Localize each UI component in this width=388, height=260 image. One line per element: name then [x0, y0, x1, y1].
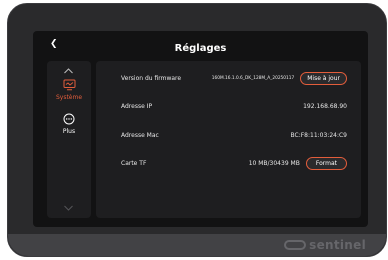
tf-card-label: Carte TF — [121, 159, 147, 167]
tf-card-row: Carte TF 10 MB/30439 MB Format — [96, 153, 361, 173]
ip-row: Adresse IP 192.168.68.90 — [96, 96, 361, 116]
ip-label: Adresse IP — [121, 102, 153, 110]
mac-value: BC:F8:11:03:24:C9 — [290, 131, 348, 139]
brand-logo: sentinel — [284, 238, 366, 252]
mac-label: Adresse Mac — [121, 131, 159, 139]
brand-mark-icon — [284, 240, 307, 250]
sidebar-item-plus[interactable]: Plus — [47, 113, 91, 135]
monitor-icon — [63, 79, 75, 91]
sidebar-item-label: Système — [55, 94, 83, 101]
page-title: Réglages — [174, 43, 227, 54]
ip-value: 192.168.68.90 — [303, 102, 347, 110]
format-tf-card-button[interactable]: Format — [305, 156, 347, 170]
update-firmware-button[interactable]: Mise à jour — [300, 71, 347, 85]
device-bottom-bezel: sentinel — [8, 234, 386, 256]
sidebar-item-systeme[interactable]: Système — [47, 79, 91, 101]
sidebar-item-label: Plus — [62, 128, 76, 135]
brand-name: sentinel — [309, 238, 366, 252]
tf-card-storage-value: 10 MB/30439 MB — [248, 159, 300, 167]
sidebar: Système Plus — [47, 61, 91, 218]
device-frame: ❮ Réglages Système Plus Version du firmw… — [7, 3, 387, 257]
mac-row: Adresse Mac BC:F8:11:03:24:C9 — [96, 125, 361, 145]
firmware-row: Version du firmware 160M.16.1.0.6_DK_128… — [96, 68, 361, 88]
settings-panel: Version du firmware 160M.16.1.0.6_DK_128… — [96, 61, 361, 218]
firmware-label: Version du firmware — [121, 74, 182, 82]
more-icon — [63, 113, 75, 125]
scroll-up-chevron-icon[interactable] — [63, 66, 74, 77]
firmware-version-value: 160M.16.1.0.6_DK_128M_A_20250117 — [211, 75, 295, 81]
scroll-down-chevron-icon[interactable] — [63, 202, 74, 213]
screen: ❮ Réglages Système Plus Version du firmw… — [33, 31, 368, 227]
